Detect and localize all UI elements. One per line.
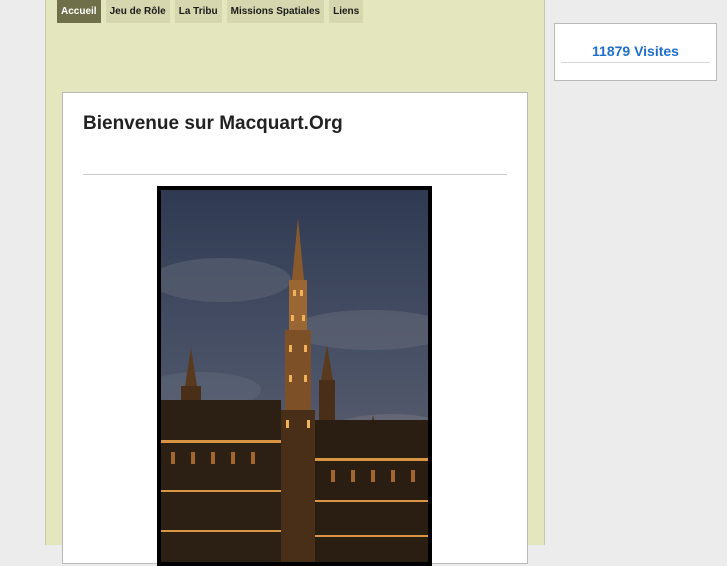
title-divider [83,174,507,175]
nav-tab-la-tribu[interactable]: La Tribu [174,0,222,23]
main-nav: Accueil Jeu de Rôle La Tribu Missions Sp… [57,0,364,23]
content-box: Bienvenue sur Macquart.Org [62,92,528,566]
visit-counter[interactable]: 11879 Visites [555,43,716,59]
nav-tab-liens[interactable]: Liens [329,0,364,23]
page-title: Bienvenue sur Macquart.Org [83,113,343,134]
nav-tab-missions-spatiales[interactable]: Missions Spatiales [226,0,325,23]
counter-divider [561,62,710,63]
visit-counter-box: 11879 Visites [554,23,717,81]
town-hall-photo [157,186,432,566]
nav-tab-jeu-de-role[interactable]: Jeu de Rôle [105,0,170,23]
nav-tab-accueil[interactable]: Accueil [57,0,101,23]
